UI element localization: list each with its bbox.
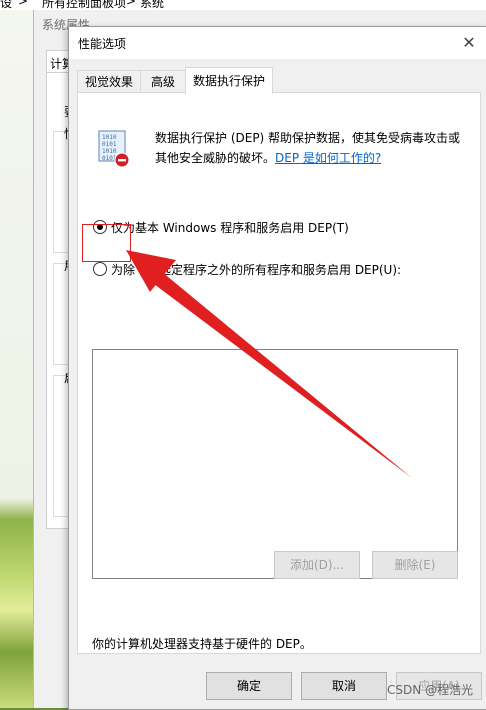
- dialog-title: 性能选项: [78, 37, 127, 51]
- breadcrumb-separator: >: [18, 0, 29, 8]
- svg-text:0101: 0101: [102, 141, 117, 148]
- dep-tab-panel: 1010 0101 1010 0101 数据执行保护 (DEP) 帮助保护数据，…: [77, 92, 481, 654]
- breadcrumb-item[interactable]: 系统: [140, 0, 164, 10]
- tab-data-execution-prevention[interactable]: 数据执行保护: [185, 67, 273, 94]
- add-button[interactable]: 添加(D)...: [274, 551, 360, 579]
- hardware-support-text: 你的计算机处理器支持基于硬件的 DEP。: [92, 637, 312, 651]
- radio-button[interactable]: [93, 262, 107, 276]
- remove-button[interactable]: 删除(E): [372, 551, 458, 579]
- title-bar[interactable]: 性能选项 ✕: [69, 27, 486, 59]
- radio-essential-only[interactable]: 仅为基本 Windows 程序和服务启用 DEP(T): [93, 219, 349, 236]
- radio-label: 为除下列选定程序之外的所有程序和服务启用 DEP(U):: [111, 263, 402, 277]
- breadcrumb-item[interactable]: 设: [0, 0, 12, 10]
- close-icon[interactable]: ✕: [459, 33, 479, 53]
- dep-help-link[interactable]: DEP 是如何工作的?: [275, 151, 381, 165]
- address-breadcrumb: 设 > 所有控制面板项 > 系统: [0, 0, 486, 10]
- svg-text:1010: 1010: [102, 134, 117, 141]
- tab-advanced[interactable]: 高级: [140, 70, 186, 93]
- annotation-highlight-box: [82, 224, 131, 262]
- performance-options-dialog: 性能选项 ✕ 视觉效果 高级 数据执行保护 1010 0101 1010 010…: [68, 26, 486, 710]
- breadcrumb-item[interactable]: 所有控制面板项: [42, 0, 126, 10]
- radio-label: 仅为基本 Windows 程序和服务启用 DEP(T): [111, 221, 349, 235]
- tab-visual-effects[interactable]: 视觉效果: [77, 70, 141, 93]
- watermark-text: CSDN @程浩光: [386, 683, 473, 697]
- cancel-button[interactable]: 取消: [301, 672, 387, 700]
- ok-button[interactable]: 确定: [206, 672, 292, 700]
- dep-description: 数据执行保护 (DEP) 帮助保护数据，使其免受病毒攻击或其他安全威胁的破坏。D…: [155, 128, 471, 168]
- breadcrumb-separator: >: [126, 0, 137, 8]
- svg-text:1010: 1010: [102, 148, 117, 155]
- excluded-programs-list[interactable]: [92, 349, 458, 579]
- dep-shield-icon: 1010 0101 1010 0101: [98, 130, 130, 168]
- radio-all-except[interactable]: 为除下列选定程序之外的所有程序和服务启用 DEP(U):: [93, 261, 401, 278]
